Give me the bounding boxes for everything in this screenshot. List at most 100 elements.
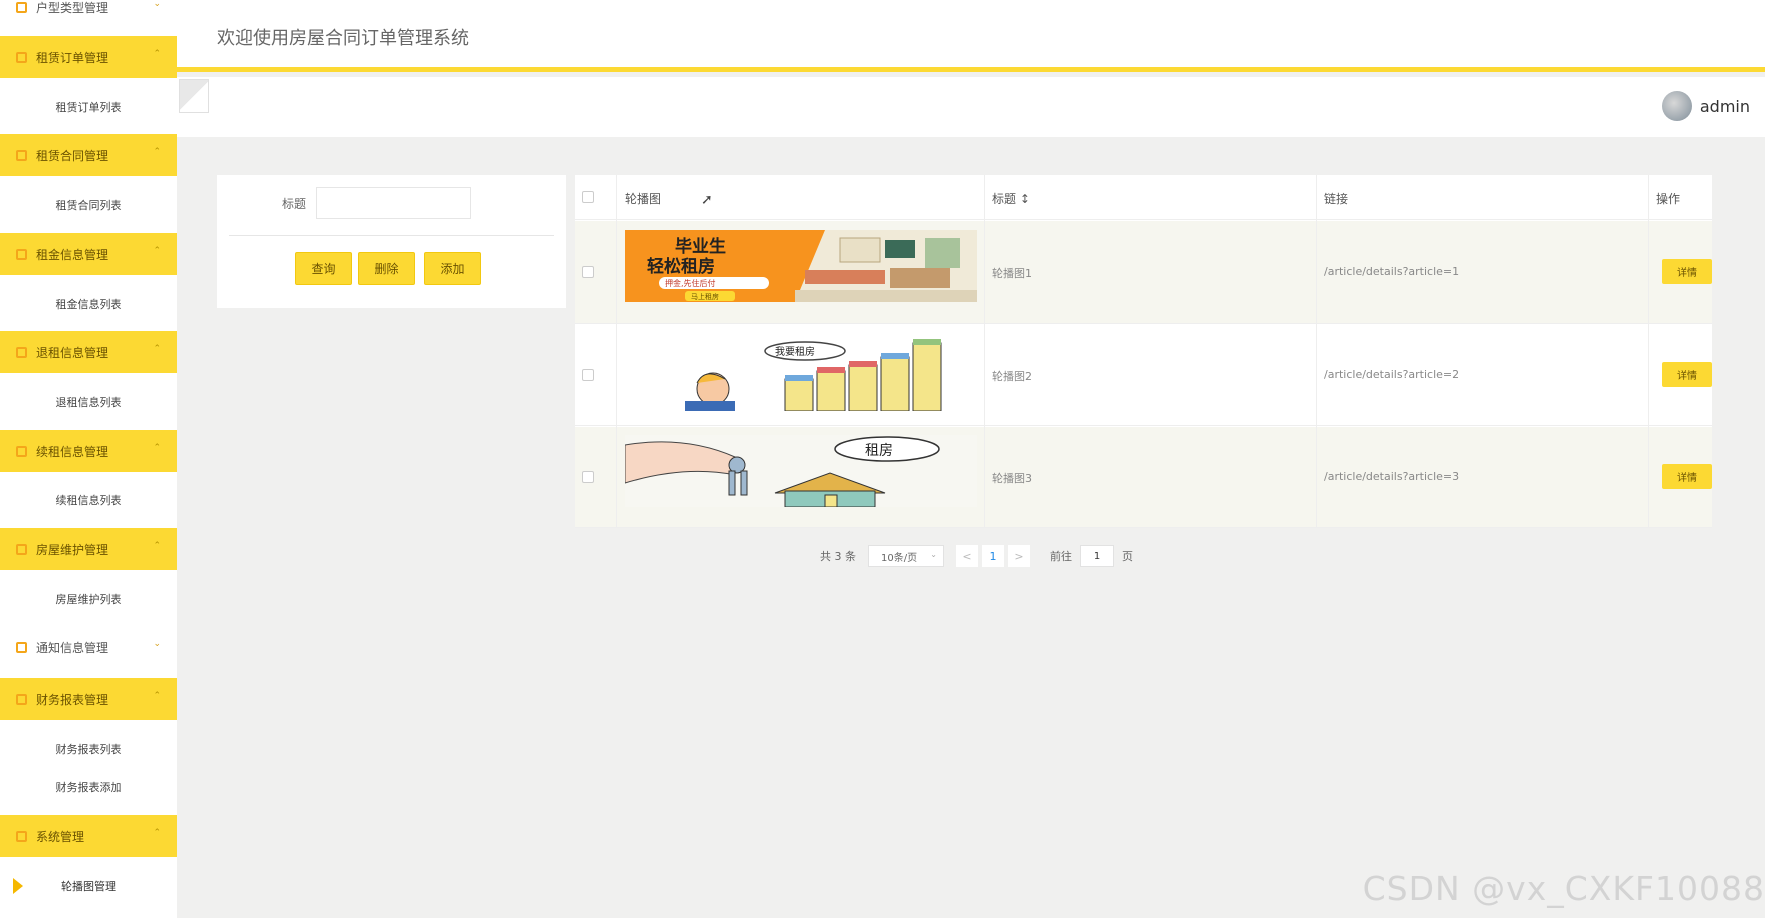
column-header-title[interactable]: 标题 ↕ xyxy=(992,190,1030,207)
sidebar-group-label: 户型类型管理 xyxy=(36,0,109,15)
column-divider xyxy=(1648,175,1649,528)
sidebar-group-rent-info[interactable]: 租金信息管理 ⌃ xyxy=(0,233,177,275)
sidebar-group-label: 通知信息管理 xyxy=(36,640,109,655)
sidebar-item-rental-order-list[interactable]: 租赁订单列表 xyxy=(0,88,177,126)
sidebar-group-house-type[interactable]: 户型类型管理 ⌄ xyxy=(0,0,177,28)
title-search-input[interactable] xyxy=(316,187,471,219)
menu-icon xyxy=(16,149,27,161)
collapse-sidebar-icon[interactable] xyxy=(179,79,209,113)
sidebar-group-rental-contracts[interactable]: 租赁合同管理 ⌃ xyxy=(0,134,177,176)
select-all-checkbox[interactable] xyxy=(582,191,594,203)
banner-bubble: 我要租房 xyxy=(775,345,815,358)
total-count: 共 3 条 xyxy=(820,550,856,563)
row-link: /article/details?article=2 xyxy=(1324,368,1460,381)
next-page-button[interactable]: > xyxy=(1008,545,1030,567)
detail-button[interactable]: 详情 xyxy=(1662,259,1712,284)
row-checkbox[interactable] xyxy=(582,266,594,278)
sidebar-item-house-maintenance-list[interactable]: 房屋维护列表 xyxy=(0,580,177,618)
sidebar-group-renewal-info[interactable]: 续租信息管理 ⌃ xyxy=(0,430,177,472)
row-checkbox[interactable] xyxy=(582,471,594,483)
page-size-value: 10条/页 xyxy=(881,552,918,564)
username: admin xyxy=(1699,96,1750,116)
top-header: 欢迎使用房屋合同订单管理系统 xyxy=(177,0,1765,72)
carousel-table: 轮播图 标题 ↕ 链接 操作 毕业生 轻松租房 押金,先住后付 马上租房 轮播图… xyxy=(575,175,1712,528)
user-menu[interactable]: admin xyxy=(1661,91,1750,121)
sidebar-group-label: 退租信息管理 xyxy=(36,345,109,360)
goto-page-input[interactable]: 1 xyxy=(1080,545,1114,567)
chevron-down-icon: ⌄ xyxy=(153,639,161,649)
sidebar-item-label: 续租信息列表 xyxy=(55,494,122,507)
goto-label: 前往 xyxy=(1050,550,1072,563)
banner-line3: 押金,先住后付 xyxy=(665,278,716,288)
prev-page-button[interactable]: < xyxy=(956,545,978,567)
chevron-up-icon: ⌃ xyxy=(153,147,161,157)
chevron-up-icon: ⌃ xyxy=(153,691,161,701)
banner-tag: 马上租房 xyxy=(691,292,719,301)
sidebar-group-system[interactable]: 系统管理 ⌃ xyxy=(0,815,177,857)
chevron-down-icon: ⌄ xyxy=(153,0,161,9)
sidebar-item-label: 租赁合同列表 xyxy=(55,199,122,212)
sidebar-group-label: 系统管理 xyxy=(36,829,85,844)
sidebar-group-house-maintenance[interactable]: 房屋维护管理 ⌃ xyxy=(0,528,177,570)
sidebar-group-rental-orders[interactable]: 租赁订单管理 ⌃ xyxy=(0,36,177,78)
table-row: 毕业生 轻松租房 押金,先住后付 马上租房 轮播图1 /article/deta… xyxy=(575,221,1712,324)
menu-icon xyxy=(16,830,27,842)
carousel-image-2: 我要租房 xyxy=(625,339,977,411)
chevron-up-icon: ⌃ xyxy=(153,49,161,59)
detail-button[interactable]: 详情 xyxy=(1662,464,1712,489)
page-size-select[interactable]: 10条/页 ⌄ xyxy=(868,545,944,567)
chevron-up-icon: ⌃ xyxy=(153,541,161,551)
banner-line2: 轻松租房 xyxy=(647,256,715,277)
sidebar-group-checkout-info[interactable]: 退租信息管理 ⌃ xyxy=(0,331,177,373)
avatar[interactable] xyxy=(1661,91,1692,121)
sidebar-item-finance-report-list[interactable]: 财务报表列表 xyxy=(0,730,177,768)
detail-button[interactable]: 详情 xyxy=(1662,362,1712,387)
column-divider xyxy=(1316,175,1317,528)
chevron-up-icon: ⌃ xyxy=(153,344,161,354)
sidebar-item-renewal-info-list[interactable]: 续租信息列表 xyxy=(0,481,177,519)
pagination: 共 3 条 10条/页 ⌄ < 1 > 前往 1 页 xyxy=(820,545,1133,567)
query-button[interactable]: 查询 xyxy=(295,252,352,285)
table-row: 租房 轮播图3 /article/details?article=3 详情 xyxy=(575,427,1712,528)
sidebar: 户型类型管理 ⌄ 租赁订单管理 ⌃ 租赁订单列表 租赁合同管理 ⌃ 租赁合同列表… xyxy=(0,0,177,918)
column-header-image: 轮播图 xyxy=(625,192,662,206)
sidebar-group-label: 租金信息管理 xyxy=(36,247,109,262)
menu-icon xyxy=(16,693,27,705)
row-checkbox[interactable] xyxy=(582,369,594,381)
carousel-image-1: 毕业生 轻松租房 押金,先住后付 马上租房 xyxy=(625,230,977,302)
sidebar-item-label: 财务报表列表 xyxy=(55,743,122,756)
chevron-up-icon: ⌃ xyxy=(153,828,161,838)
welcome-title: 欢迎使用房屋合同订单管理系统 xyxy=(217,28,469,49)
menu-icon xyxy=(16,51,27,63)
table-header: 轮播图 标题 ↕ 链接 操作 xyxy=(575,175,1712,220)
sidebar-group-label: 租赁订单管理 xyxy=(36,50,109,65)
add-button[interactable]: 添加 xyxy=(424,252,481,285)
sidebar-item-checkout-info-list[interactable]: 退租信息列表 xyxy=(0,383,177,421)
page-suffix: 页 xyxy=(1122,550,1133,563)
sidebar-item-rental-contract-list[interactable]: 租赁合同列表 xyxy=(0,186,177,224)
sidebar-item-finance-report-add[interactable]: 财务报表添加 xyxy=(0,768,177,806)
sidebar-group-notice-info[interactable]: 通知信息管理 ⌄ xyxy=(0,626,177,668)
banner-bubble: 租房 xyxy=(865,443,893,459)
column-divider xyxy=(616,175,617,528)
divider xyxy=(229,235,554,236)
menu-icon xyxy=(16,641,27,653)
chevron-up-icon: ⌃ xyxy=(153,443,161,453)
sidebar-item-label: 房屋维护列表 xyxy=(55,593,122,606)
sidebar-item-carousel-management[interactable]: 轮播图管理 xyxy=(0,867,177,905)
sidebar-item-label: 财务报表添加 xyxy=(55,781,122,794)
table-row: 我要租房 轮播图2 /article/details?article=2 详情 xyxy=(575,325,1712,426)
banner-line1: 毕业生 xyxy=(675,236,726,257)
sidebar-item-rent-info-list[interactable]: 租金信息列表 xyxy=(0,285,177,323)
watermark: CSDN @vx_CXKF10088 xyxy=(1362,869,1765,908)
chevron-down-icon: ⌄ xyxy=(930,550,937,559)
sub-header: admin xyxy=(177,77,1765,137)
active-indicator-icon xyxy=(13,878,23,894)
menu-icon xyxy=(16,1,27,13)
row-title: 轮播图1 xyxy=(992,267,1032,280)
sidebar-group-label: 续租信息管理 xyxy=(36,444,109,459)
page-number-current[interactable]: 1 xyxy=(982,545,1004,567)
sidebar-group-finance-report[interactable]: 财务报表管理 ⌃ xyxy=(0,678,177,720)
menu-icon xyxy=(16,248,27,260)
delete-button[interactable]: 删除 xyxy=(358,252,415,285)
